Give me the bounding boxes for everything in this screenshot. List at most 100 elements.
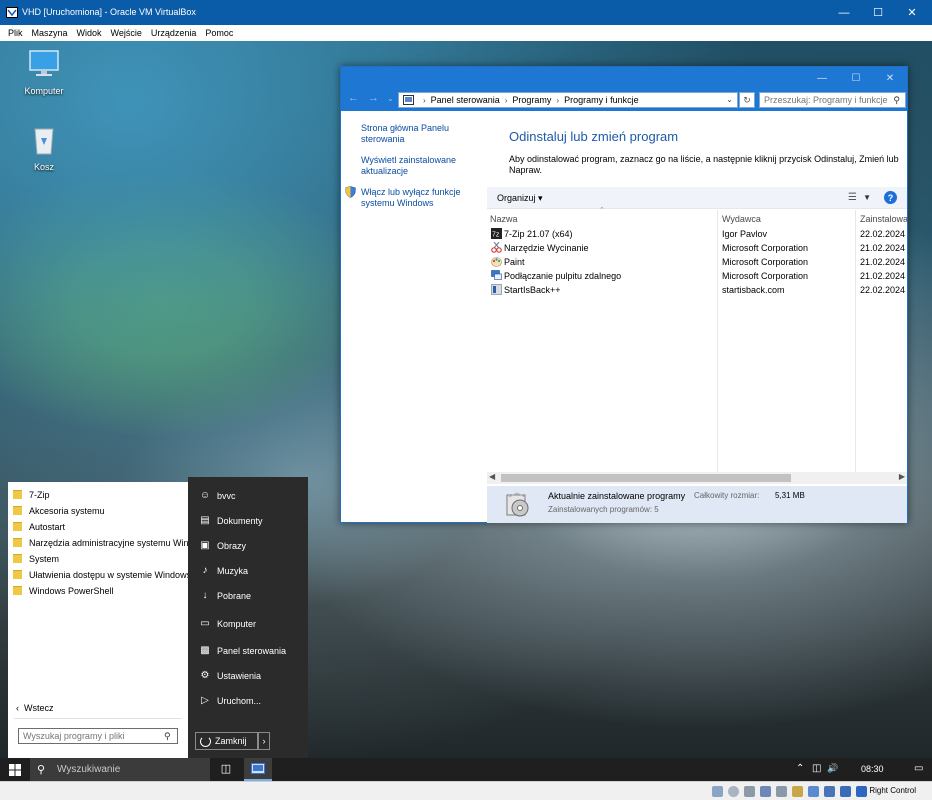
folder-item[interactable]: Windows PowerShell xyxy=(13,583,185,599)
breadcrumb-control-panel[interactable]: Panel sterowania xyxy=(431,95,500,105)
hard-disk-icon[interactable] xyxy=(712,786,723,797)
help-icon[interactable]: ? xyxy=(884,191,897,204)
vbox-menubar: Plik Maszyna Widok Wejście Urządzenia Po… xyxy=(0,25,932,41)
task-view-icon[interactable]: ◫ xyxy=(218,762,234,778)
horizontal-scrollbar[interactable]: ◀ ▶ xyxy=(487,472,907,484)
recent-chevron-icon[interactable]: ⌄ xyxy=(387,94,394,103)
table-row[interactable]: Narzędzie Wycinanie Microsoft Corporatio… xyxy=(487,241,907,255)
folder-item[interactable]: System xyxy=(13,551,185,567)
start-button[interactable] xyxy=(0,758,30,781)
mouse-integration-icon[interactable] xyxy=(856,786,867,797)
menu-view[interactable]: Widok xyxy=(77,28,102,38)
volume-icon[interactable]: 🔊 xyxy=(827,763,838,774)
notification-icon[interactable]: ▭ xyxy=(914,763,923,774)
link-cp-home[interactable]: Strona główna Panelu sterowania xyxy=(361,123,484,145)
shared-folders-icon[interactable] xyxy=(792,786,803,797)
program-name: Paint xyxy=(504,257,525,267)
program-publisher: Microsoft Corporation xyxy=(722,271,809,281)
table-row[interactable]: StartIsBack++ startisback.com 22.02.2024 xyxy=(487,283,907,297)
chevron-up-icon[interactable]: ⌃ xyxy=(796,763,804,774)
chevron-down-icon[interactable]: ⌄ xyxy=(726,95,733,104)
menu-help[interactable]: Pomoc xyxy=(205,28,233,38)
back-arrow-icon[interactable]: ← xyxy=(348,92,359,104)
start-item-computer[interactable]: ▭ Komputer xyxy=(188,613,308,635)
network-adapter-icon[interactable] xyxy=(760,786,771,797)
network-icon[interactable]: ◫ xyxy=(812,763,821,774)
back-button[interactable]: ‹ Wstecz xyxy=(16,703,54,713)
cp-toolbar: Organizuj ▾ ☰ ▼ ? xyxy=(487,187,907,209)
view-options-icon[interactable]: ☰ xyxy=(848,192,857,203)
link-windows-features[interactable]: Włącz lub wyłącz funkcje systemu Windows xyxy=(361,187,484,209)
cp-minimize-button[interactable]: — xyxy=(805,67,839,89)
refresh-button[interactable]: ↻ xyxy=(739,92,755,108)
desktop-icon-recycle-bin[interactable]: Kosz xyxy=(14,123,74,172)
menu-input[interactable]: Wejście xyxy=(111,28,142,38)
display-icon[interactable] xyxy=(808,786,819,797)
column-header-name[interactable]: Nazwa xyxy=(490,214,518,224)
folder-label: 7-Zip xyxy=(29,490,50,500)
shutdown-options-button[interactable]: › xyxy=(258,732,270,750)
folder-item[interactable]: Autostart xyxy=(13,519,185,535)
address-bar[interactable]: › Panel sterowania › Programy › Programy… xyxy=(398,92,738,108)
shutdown-button[interactable]: Zamknij xyxy=(195,732,258,750)
maximize-button[interactable]: ☐ xyxy=(862,0,894,25)
cp-close-button[interactable]: ✕ xyxy=(873,67,907,89)
start-item-downloads[interactable]: ↓ Pobrane xyxy=(188,585,308,607)
usb-icon[interactable] xyxy=(776,786,787,797)
start-item-pictures[interactable]: ▣ Obrazy xyxy=(188,535,308,557)
user-icon: ☺ xyxy=(199,490,211,501)
table-row[interactable]: Paint Microsoft Corporation 21.02.2024 xyxy=(487,255,907,269)
program-publisher: Igor Pavlov xyxy=(722,229,768,239)
desktop-icon-computer[interactable]: Komputer xyxy=(14,47,74,96)
computer-icon: ▭ xyxy=(200,618,210,629)
folder-item[interactable]: Akcesoria systemu xyxy=(13,503,185,519)
scrollbar-thumb[interactable] xyxy=(501,474,791,482)
scroll-right-icon[interactable]: ▶ xyxy=(899,472,905,481)
column-header-installed[interactable]: Zainstalowa... xyxy=(860,214,916,224)
close-button[interactable]: ✕ xyxy=(896,0,928,25)
start-item-documents[interactable]: ▤ Dokumenty xyxy=(188,510,308,532)
vbox-titlebar[interactable]: VHD [Uruchomiona] - Oracle VM VirtualBox… xyxy=(0,0,932,25)
breadcrumb-programs-features[interactable]: Programy i funkcje xyxy=(564,95,639,105)
start-menu-places: ☺ bvvc ▤ Dokumenty ▣ Obrazy ♪ Muzyka ↓ Pobran… xyxy=(188,477,308,764)
recording-icon[interactable] xyxy=(824,786,835,797)
audio-icon[interactable] xyxy=(744,786,755,797)
caret-down-icon[interactable]: ▼ xyxy=(863,193,871,202)
folder-item[interactable]: Narzędzia administracyjne systemu Wind..… xyxy=(13,535,189,551)
start-item-user[interactable]: ☺ bvvc xyxy=(188,485,308,507)
folder-label: Ułatwienia dostępu w systemie Windows xyxy=(29,570,189,580)
table-row[interactable]: 7z 7-Zip 21.07 (x64) Igor Pavlov 22.02.2… xyxy=(487,227,907,241)
menu-machine[interactable]: Maszyna xyxy=(32,28,68,38)
start-item-music[interactable]: ♪ Muzyka xyxy=(188,560,308,582)
search-icon[interactable]: ⚲ xyxy=(164,731,171,742)
control-panel-window: — ☐ ✕ ← → ⌄ › Panel sterowania › Program… xyxy=(340,66,916,523)
folder-item[interactable]: 7-Zip xyxy=(13,487,185,503)
menu-file[interactable]: Plik xyxy=(8,28,23,38)
power-icon xyxy=(200,735,211,747)
cp-maximize-button[interactable]: ☐ xyxy=(839,67,873,89)
virtualization-icon[interactable] xyxy=(840,786,851,797)
forward-arrow-icon[interactable]: → xyxy=(368,92,379,104)
taskbar-search[interactable]: ⚲ Wyszukiwanie xyxy=(30,758,210,781)
cp-titlebar[interactable]: — ☐ ✕ xyxy=(341,67,907,89)
organize-button[interactable]: Organizuj ▾ xyxy=(497,193,543,204)
start-item-run[interactable]: ▷ Uruchom... xyxy=(188,690,308,712)
taskbar-control-panel[interactable] xyxy=(244,758,272,781)
optical-drive-icon[interactable] xyxy=(728,786,739,797)
cp-search-input[interactable] xyxy=(759,92,906,108)
breadcrumb-programs[interactable]: Programy xyxy=(512,95,551,105)
start-item-settings[interactable]: ⚙ Ustawienia xyxy=(188,665,308,687)
column-header-publisher[interactable]: Wydawca xyxy=(722,214,761,224)
scroll-left-icon[interactable]: ◀ xyxy=(489,472,495,481)
start-search-input[interactable] xyxy=(18,728,178,744)
shield-icon xyxy=(345,186,356,198)
start-item-control-panel[interactable]: ▩ Panel sterowania xyxy=(188,640,308,662)
link-installed-updates[interactable]: Wyświetl zainstalowane aktualizacje xyxy=(361,155,484,177)
menu-devices[interactable]: Urządzenia xyxy=(151,28,197,38)
search-icon[interactable]: ⚲ xyxy=(893,95,900,106)
clock[interactable]: 08:30 xyxy=(861,764,884,774)
table-row[interactable]: Podłączanie pulpitu zdalnego Microsoft C… xyxy=(487,269,907,283)
minimize-button[interactable]: — xyxy=(828,0,860,25)
folder-item[interactable]: Ułatwienia dostępu w systemie Windows xyxy=(13,567,189,583)
program-publisher: Microsoft Corporation xyxy=(722,257,809,267)
